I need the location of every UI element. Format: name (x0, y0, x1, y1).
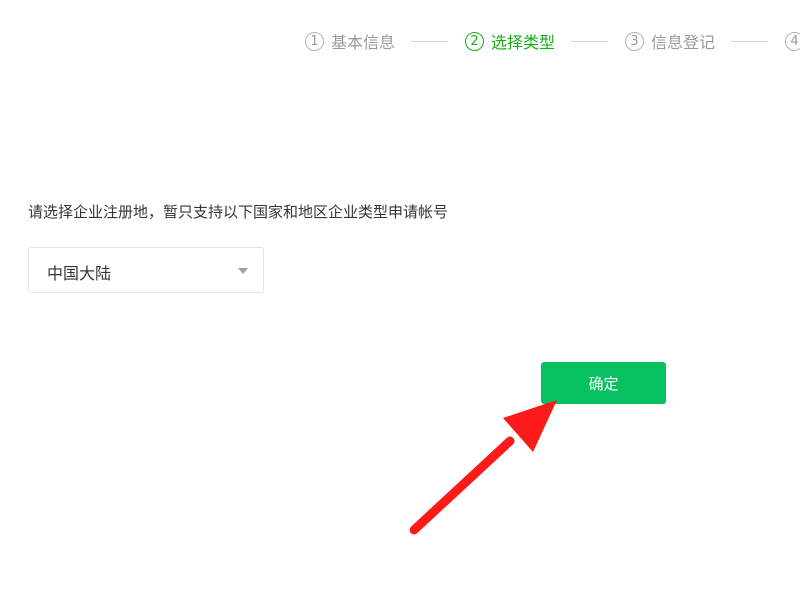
step-2: 2 选择类型 (465, 29, 555, 53)
step-number: 3 (625, 31, 645, 51)
region-select[interactable]: 中国大陆 (28, 247, 264, 293)
step-connector (571, 40, 609, 42)
step-number: 1 (305, 31, 324, 51)
step-1: 1 基本信息 (305, 29, 395, 53)
step-number: 4 (785, 31, 800, 51)
confirm-button[interactable]: 确定 (541, 362, 666, 404)
step-connector (411, 40, 449, 42)
step-number: 2 (465, 31, 485, 51)
step-connector (731, 40, 769, 42)
step-label: 基本信息 (331, 33, 396, 52)
step-3: 3 信息登记 (625, 29, 715, 53)
step-label: 信息登记 (651, 33, 716, 52)
page: 1 基本信息 2 选择类型 3 信息登记 4 请选择企业注册地，暂只支持以下国家… (0, 0, 800, 600)
caret-down-icon (238, 268, 248, 274)
step-label: 选择类型 (491, 33, 556, 52)
step-4: 4 (785, 29, 800, 53)
region-instruction: 请选择企业注册地，暂只支持以下国家和地区企业类型申请帐号 (28, 203, 449, 221)
red-arrow-icon (409, 400, 557, 535)
region-select-value: 中国大陆 (47, 264, 112, 283)
stepper: 1 基本信息 2 选择类型 3 信息登记 4 (305, 29, 800, 53)
